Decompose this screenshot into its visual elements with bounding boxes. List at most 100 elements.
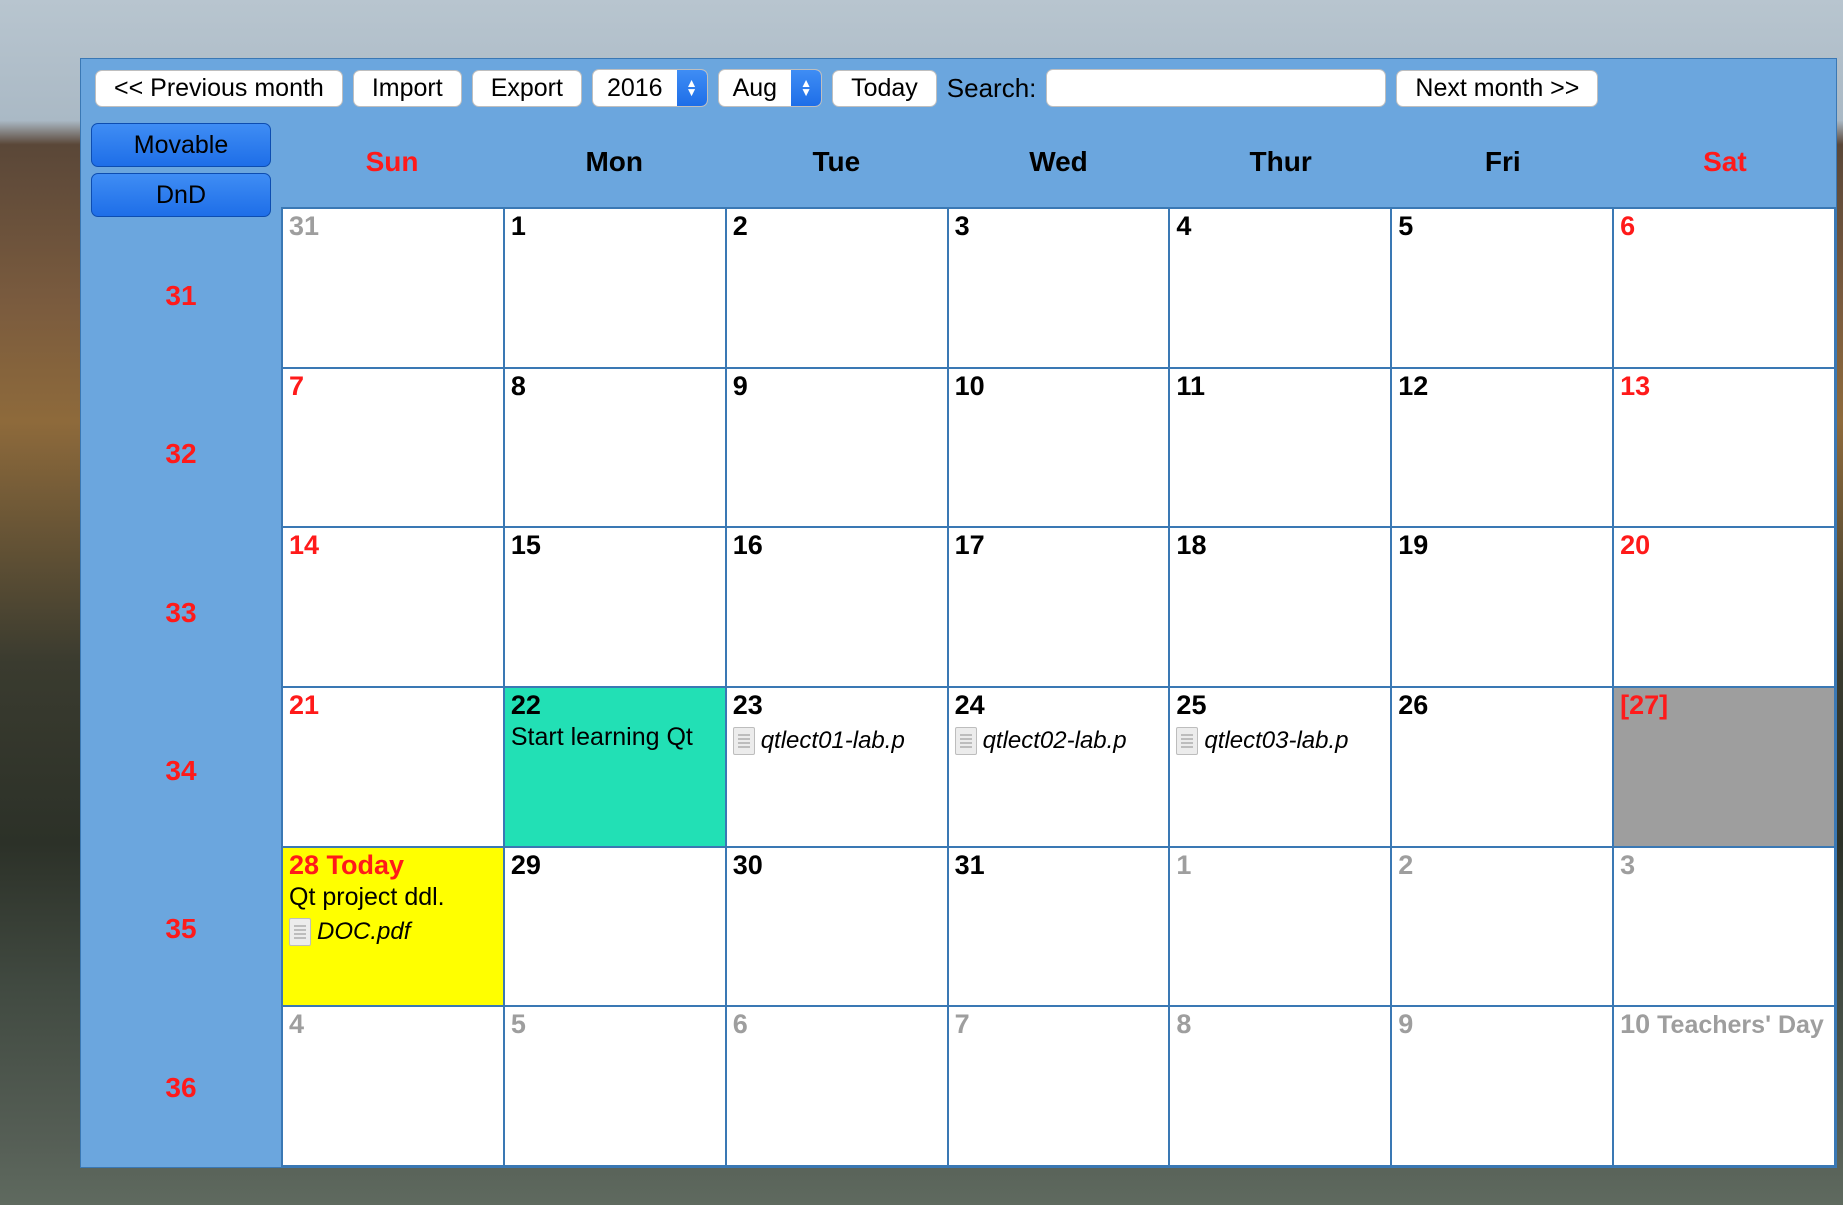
day-number: 10: [955, 371, 985, 401]
calendar-cell[interactable]: 5: [1392, 209, 1614, 369]
calendar-cell[interactable]: 24 qtlect02-lab.p: [949, 688, 1171, 848]
import-button[interactable]: Import: [353, 70, 462, 107]
calendar-cell[interactable]: 31: [283, 209, 505, 369]
day-extra-text: Teachers' Day: [1650, 1011, 1824, 1039]
day-number: 7: [289, 371, 304, 401]
search-label: Search:: [947, 73, 1037, 104]
calendar-cell[interactable]: 14: [283, 528, 505, 688]
calendar-cell[interactable]: 6: [727, 1007, 949, 1167]
day-number: 28: [289, 850, 319, 880]
day-header: Thur: [1170, 117, 1392, 207]
calendar-cell[interactable]: 25qtlect03-lab.p: [1170, 688, 1392, 848]
calendar-cell[interactable]: 9: [1392, 1007, 1614, 1167]
calendar-cell[interactable]: 1: [1170, 848, 1392, 1008]
day-number: 6: [733, 1009, 748, 1039]
day-number: 22: [511, 690, 541, 720]
week-number: 35: [81, 850, 281, 1008]
day-number: 31: [289, 211, 319, 241]
calendar-cell[interactable]: 29: [505, 848, 727, 1008]
calendar-cell[interactable]: 19: [1392, 528, 1614, 688]
calendar-cell[interactable]: 2: [1392, 848, 1614, 1008]
calendar-window: << Previous month Import Export 2016 ▲▼ …: [80, 58, 1837, 1168]
calendar-cell[interactable]: 9: [727, 369, 949, 529]
search-input[interactable]: [1046, 69, 1386, 107]
day-number: 16: [733, 530, 763, 560]
calendar-cell[interactable]: 31: [949, 848, 1171, 1008]
day-number: 3: [955, 211, 970, 241]
day-header: Sat: [1614, 117, 1836, 207]
today-label: Today: [319, 850, 404, 880]
calendar-cell[interactable]: 6: [1614, 209, 1836, 369]
calendar-cell[interactable]: 16: [727, 528, 949, 688]
calendar-cell[interactable]: 20: [1614, 528, 1836, 688]
calendar-cell[interactable]: 10: [949, 369, 1171, 529]
day-number: 3: [1620, 850, 1635, 880]
calendar-cell[interactable]: 18: [1170, 528, 1392, 688]
calendar-cell[interactable]: 12: [1392, 369, 1614, 529]
day-number: 24: [955, 690, 985, 720]
file-attachment[interactable]: qtlect01-lab.p: [733, 721, 941, 755]
calendar-cell[interactable]: 4: [1170, 209, 1392, 369]
day-number: 23: [733, 690, 763, 720]
event-text[interactable]: Qt project ddl.: [289, 881, 497, 912]
calendar-cell[interactable]: 30: [727, 848, 949, 1008]
calendar-cell[interactable]: 26: [1392, 688, 1614, 848]
calendar-cell[interactable]: 4: [283, 1007, 505, 1167]
day-number: 1: [1176, 850, 1191, 880]
export-button[interactable]: Export: [472, 70, 582, 107]
file-name: qtlect03-lab.p: [1204, 727, 1348, 755]
calendar-cell[interactable]: 11: [1170, 369, 1392, 529]
event-text[interactable]: Start learning Qt: [511, 721, 719, 752]
calendar-cell[interactable]: 5: [505, 1007, 727, 1167]
calendar-cell[interactable]: 17: [949, 528, 1171, 688]
month-select-value: Aug: [719, 70, 791, 106]
day-header-row: SunMonTueWedThurFriSat: [281, 117, 1836, 207]
file-name: DOC.pdf: [317, 918, 410, 946]
week-number: 34: [81, 692, 281, 850]
day-number: 11: [1176, 371, 1205, 401]
day-number: 19: [1398, 530, 1428, 560]
day-number: 31: [955, 850, 985, 880]
today-button[interactable]: Today: [832, 70, 937, 107]
calendar-cell[interactable]: 3: [949, 209, 1171, 369]
day-number: 29: [511, 850, 541, 880]
file-attachment[interactable]: DOC.pdf: [289, 912, 497, 946]
week-number: 33: [81, 534, 281, 692]
year-select[interactable]: 2016 ▲▼: [592, 69, 708, 107]
day-header: Wed: [947, 117, 1169, 207]
next-month-button[interactable]: Next month >>: [1396, 70, 1598, 107]
file-name: qtlect02-lab.p: [983, 727, 1127, 755]
prev-month-button[interactable]: << Previous month: [95, 70, 343, 107]
file-attachment[interactable]: qtlect03-lab.p: [1176, 721, 1384, 755]
day-number: 12: [1398, 371, 1428, 401]
calendar-cell[interactable]: [27]: [1614, 688, 1836, 848]
calendar-cell[interactable]: 2: [727, 209, 949, 369]
calendar-cell[interactable]: 28 TodayQt project ddl. DOC.pdf: [283, 848, 505, 1008]
stepper-arrows-icon: ▲▼: [791, 70, 821, 106]
calendar-cell[interactable]: 10 Teachers' Day: [1614, 1007, 1836, 1167]
day-number: 4: [289, 1009, 304, 1039]
calendar-cell[interactable]: 3: [1614, 848, 1836, 1008]
file-attachment[interactable]: qtlect02-lab.p: [955, 721, 1163, 755]
dnd-button[interactable]: DnD: [91, 173, 271, 217]
calendar-cell[interactable]: 1: [505, 209, 727, 369]
day-number: 9: [1398, 1009, 1413, 1039]
calendar-cell[interactable]: 23qtlect01-lab.p: [727, 688, 949, 848]
day-number: 2: [733, 211, 748, 241]
day-number: 9: [733, 371, 748, 401]
day-number: 20: [1620, 530, 1650, 560]
calendar-cell[interactable]: 8: [1170, 1007, 1392, 1167]
content-area: Movable DnD 313233343536 SunMonTueWedThu…: [81, 117, 1836, 1167]
calendar-cell[interactable]: 21: [283, 688, 505, 848]
month-select[interactable]: Aug ▲▼: [718, 69, 822, 107]
day-header: Sun: [281, 117, 503, 207]
day-number: 17: [955, 530, 985, 560]
day-number: 5: [1398, 211, 1413, 241]
calendar-cell[interactable]: 13: [1614, 369, 1836, 529]
movable-button[interactable]: Movable: [91, 123, 271, 167]
calendar-cell[interactable]: 7: [949, 1007, 1171, 1167]
calendar-cell[interactable]: 15: [505, 528, 727, 688]
calendar-cell[interactable]: 22Start learning Qt: [505, 688, 727, 848]
calendar-cell[interactable]: 7: [283, 369, 505, 529]
calendar-cell[interactable]: 8: [505, 369, 727, 529]
